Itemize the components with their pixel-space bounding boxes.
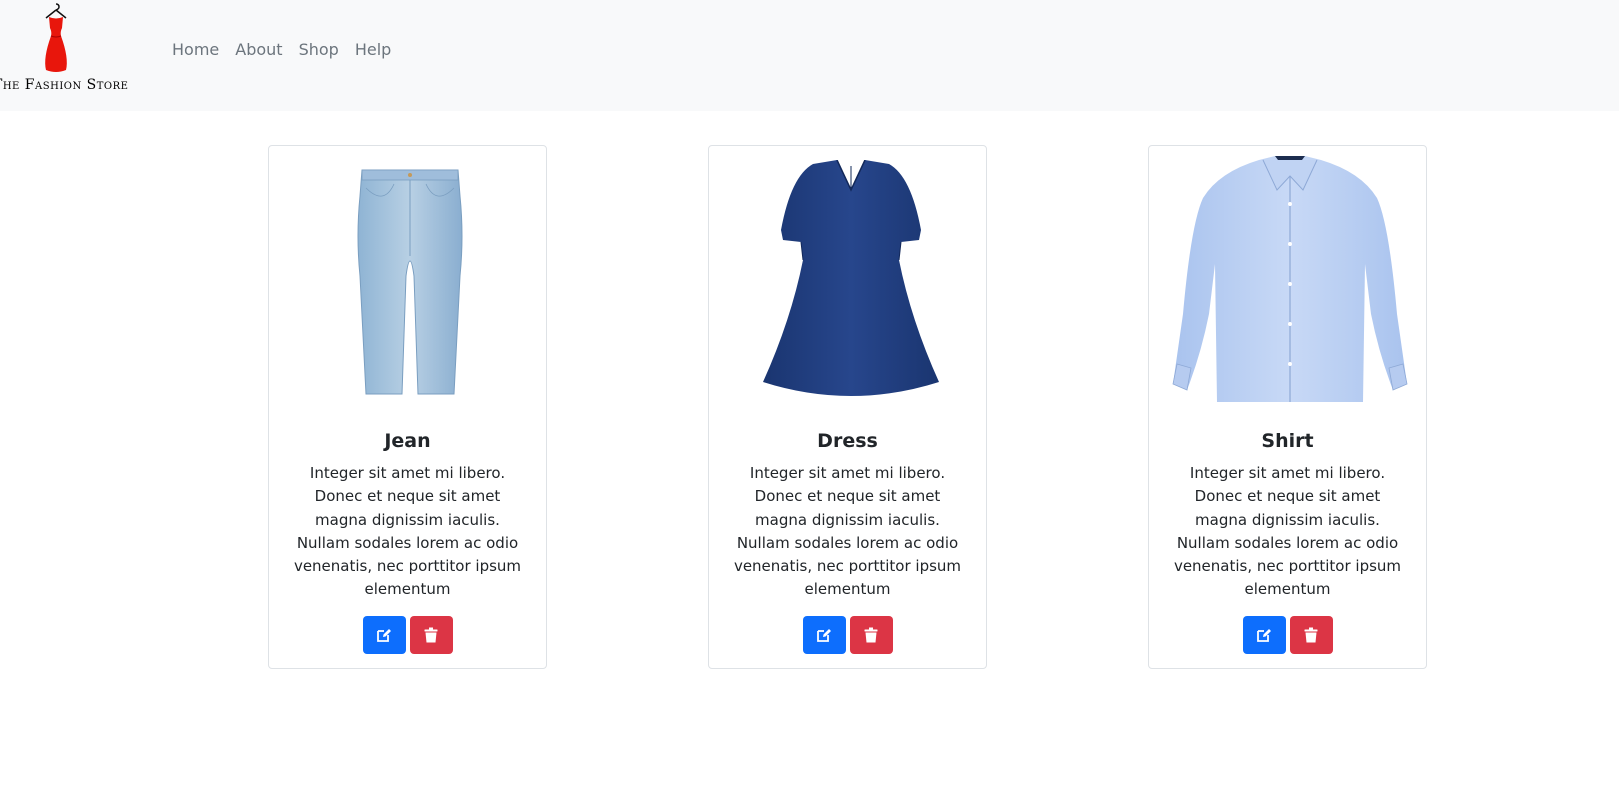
shirt-image (1172, 156, 1408, 402)
edit-icon (817, 629, 831, 642)
jeans-image (357, 169, 463, 395)
dress-logo-icon (45, 3, 67, 72)
brand-logo[interactable]: The Fashion Store (0, 0, 132, 100)
product-description: Integer sit amet mi libero. Donec et neq… (1173, 464, 1402, 599)
delete-button[interactable] (1289, 616, 1333, 654)
product-title: Dress (817, 430, 878, 452)
product-image (1149, 146, 1426, 416)
delete-button[interactable] (409, 616, 453, 654)
trash-icon (424, 627, 438, 643)
card-actions (709, 616, 986, 654)
product-image (269, 146, 546, 416)
nav-help[interactable]: Help (347, 38, 399, 62)
nav-shop[interactable]: Shop (291, 38, 347, 62)
product-card: Jean Integer sit amet mi libero. Donec e… (268, 145, 547, 669)
edit-button[interactable] (1242, 616, 1286, 654)
product-description: Integer sit amet mi libero. Donec et neq… (733, 464, 962, 599)
product-card: Dress Integer sit amet mi libero. Donec … (708, 145, 987, 669)
nav-about[interactable]: About (227, 38, 290, 62)
trash-icon (864, 627, 878, 643)
edit-button[interactable] (362, 616, 406, 654)
product-description: Integer sit amet mi libero. Donec et neq… (293, 464, 522, 599)
dress-image (763, 160, 939, 396)
card-actions (1149, 616, 1426, 654)
brand-name: The Fashion Store (0, 77, 129, 93)
product-card: Shirt Integer sit amet mi libero. Donec … (1148, 145, 1427, 669)
edit-button[interactable] (802, 616, 846, 654)
card-actions (269, 616, 546, 654)
product-image (709, 146, 986, 416)
product-title: Jean (384, 430, 431, 452)
nav-home[interactable]: Home (164, 38, 227, 62)
nav-menu: Home About Shop Help (164, 38, 399, 62)
trash-icon (1304, 627, 1318, 643)
edit-icon (1257, 629, 1271, 642)
delete-button[interactable] (849, 616, 893, 654)
edit-icon (377, 629, 391, 642)
product-title: Shirt (1261, 430, 1314, 452)
navbar: The Fashion Store Home About Shop Help (0, 0, 1619, 111)
